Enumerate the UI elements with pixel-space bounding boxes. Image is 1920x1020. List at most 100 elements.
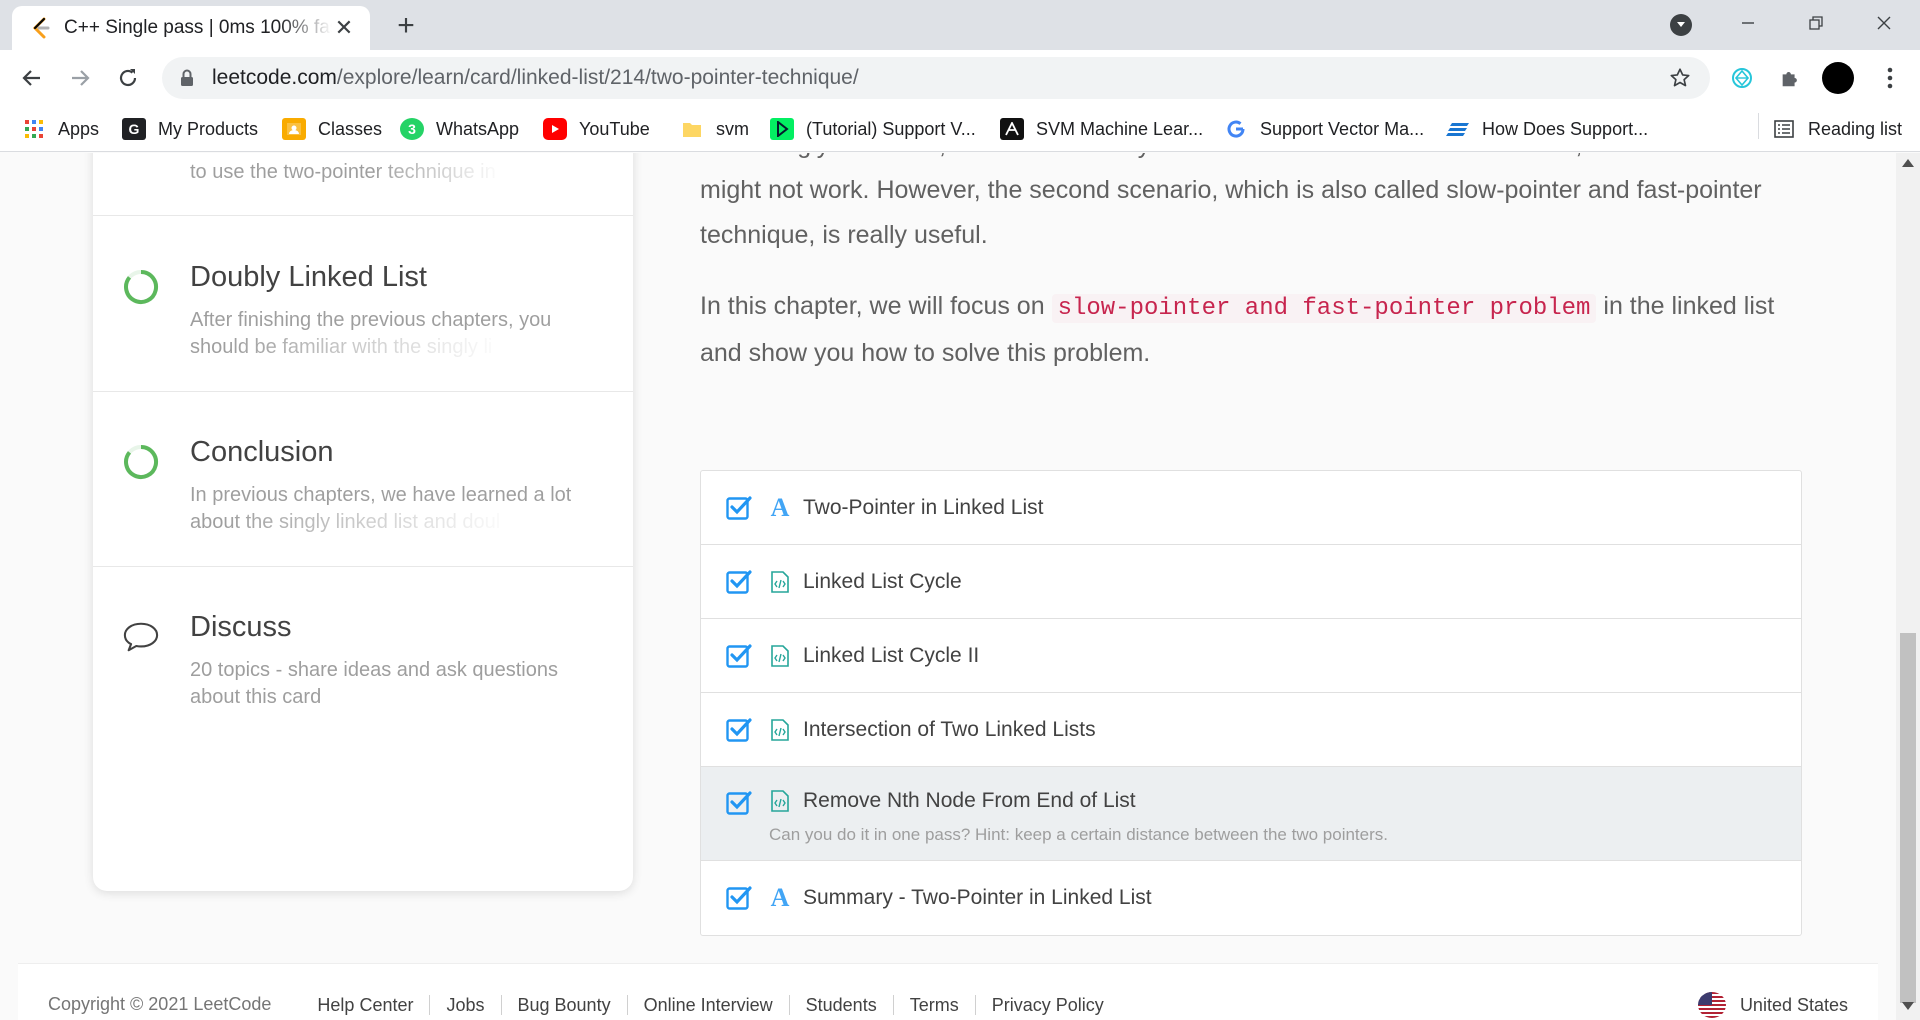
- tab-title: C++ Single pass | 0ms 100% faster: [64, 17, 332, 38]
- code-file-icon: [769, 570, 791, 594]
- inline-code: slow-pointer and fast-pointer problem: [1051, 294, 1597, 323]
- chapter-item-discuss[interactable]: Discuss 20 topics - share ideas and ask …: [93, 567, 633, 742]
- checkbox-checked-icon: [725, 789, 753, 817]
- list-item[interactable]: A Summary - Two-Pointer in Linked List: [701, 861, 1801, 935]
- profile-avatar[interactable]: [1822, 62, 1854, 94]
- article-type-icon: A: [770, 492, 790, 522]
- youtube-icon: [543, 118, 567, 140]
- leetcode-favicon-icon: [30, 17, 52, 39]
- minimize-icon[interactable]: [1718, 6, 1778, 40]
- url-text[interactable]: leetcode.com/explore/learn/card/linked-l…: [212, 66, 859, 90]
- chapter-desc: In previous chapters, we have learned a …: [190, 484, 572, 533]
- progress-ring-icon: [123, 269, 159, 305]
- bookmark-youtube[interactable]: YouTube: [543, 114, 650, 144]
- checkbox-checked-icon: [725, 884, 753, 912]
- extensions-puzzle-icon[interactable]: [1774, 62, 1806, 94]
- chapter-title: Discuss: [190, 611, 292, 643]
- footer-link-online-interview[interactable]: Online Interview: [626, 994, 789, 1015]
- region-selector[interactable]: United States: [1697, 992, 1848, 1018]
- browser-tab[interactable]: C++ Single pass | 0ms 100% faster ✕: [12, 6, 370, 50]
- problem-title: Summary - Two-Pointer in Linked List: [803, 886, 1152, 909]
- bookmark-tutorial-support[interactable]: (Tutorial) Support V...: [770, 114, 976, 144]
- problem-title: Linked List Cycle II: [803, 643, 980, 667]
- bookmark-whatsapp[interactable]: 3 WhatsApp: [400, 114, 519, 144]
- tab-close-icon[interactable]: ✕: [332, 16, 356, 40]
- problem-hint: Can you do it in one pass? Hint: keep a …: [769, 825, 1388, 844]
- address-bar[interactable]: leetcode.com/explore/learn/card/linked-l…: [162, 57, 1710, 99]
- scroll-up-arrow-icon[interactable]: [1902, 159, 1914, 167]
- more-menu-icon[interactable]: [1874, 62, 1906, 94]
- checkbox-checked-icon: [725, 716, 753, 744]
- reading-list-icon: [1772, 118, 1796, 140]
- page-scrollbar[interactable]: [1896, 153, 1920, 1020]
- folder-icon: [680, 118, 704, 140]
- datacamp-icon: [770, 118, 794, 140]
- footer-link-privacy-policy[interactable]: Privacy Policy: [974, 994, 1120, 1015]
- list-item[interactable]: Linked List Cycle II: [701, 619, 1801, 693]
- scrollbar-thumb[interactable]: [1900, 633, 1916, 1003]
- footer-link-students[interactable]: Students: [788, 994, 893, 1015]
- bookmark-how-does-support[interactable]: How Does Support...: [1446, 114, 1648, 144]
- article-body: For a singly linked list, since we can o…: [700, 153, 1800, 402]
- problem-title: Remove Nth Node From End of List: [803, 789, 1136, 812]
- tab-strip: C++ Single pass | 0ms 100% faster ✕ +: [0, 0, 1920, 50]
- bookmark-apps[interactable]: Apps: [22, 114, 99, 144]
- chapter-desc: to use the two-pointer technique in: [190, 161, 496, 183]
- restore-icon[interactable]: [1786, 6, 1846, 40]
- close-window-icon[interactable]: [1854, 6, 1914, 40]
- browser-toolbar: leetcode.com/explore/learn/card/linked-l…: [0, 50, 1920, 106]
- reading-list-button[interactable]: Reading list: [1772, 114, 1902, 144]
- article-paragraph: For a singly linked list, since we can o…: [700, 153, 1773, 249]
- code-file-icon: [769, 644, 791, 668]
- bookmark-star-icon[interactable]: [1668, 66, 1692, 90]
- footer-link-terms[interactable]: Terms: [892, 994, 975, 1015]
- page-footer: Copyright © 2021 LeetCode Help Center Jo…: [18, 963, 1878, 1020]
- checkbox-checked-icon: [725, 568, 753, 596]
- tab-search-icon[interactable]: [1670, 14, 1692, 36]
- back-arrow-icon[interactable]: [16, 62, 48, 94]
- lock-icon[interactable]: [178, 69, 196, 87]
- chapter-desc: 20 topics - share ideas and ask question…: [190, 659, 558, 708]
- list-item[interactable]: Linked List Cycle: [701, 545, 1801, 619]
- footer-links: Copyright © 2021 LeetCode Help Center Jo…: [48, 994, 1120, 1015]
- bookmark-classes[interactable]: Classes: [282, 114, 382, 144]
- whatsapp-icon: 3: [400, 118, 424, 140]
- footer-link-bug-bounty[interactable]: Bug Bounty: [500, 994, 627, 1015]
- bookmarks-bar: Apps G My Products Classes 3 WhatsApp Yo…: [0, 106, 1920, 152]
- bookmark-svm-machine[interactable]: SVM Machine Lear...: [1000, 114, 1203, 144]
- chapter-title: Doubly Linked List: [190, 261, 427, 293]
- problem-list: A Two-Pointer in Linked List Linked List…: [700, 470, 1802, 936]
- chapter-desc: After finishing the previous chapters, y…: [190, 309, 552, 358]
- list-item[interactable]: Intersection of Two Linked Lists: [701, 693, 1801, 767]
- list-item[interactable]: A Two-Pointer in Linked List: [701, 471, 1801, 545]
- article-type-icon: A: [770, 883, 790, 912]
- chapter-title: Conclusion: [190, 436, 334, 468]
- g-logo-icon: G: [122, 118, 146, 140]
- progress-ring-icon: [123, 444, 159, 480]
- us-flag-icon: [1697, 992, 1726, 1018]
- chapter-item-conclusion[interactable]: Conclusion In previous chapters, we have…: [93, 392, 633, 567]
- extension-crystal-icon[interactable]: [1726, 62, 1758, 94]
- classroom-icon: [282, 118, 306, 140]
- scroll-down-arrow-icon[interactable]: [1902, 1002, 1914, 1010]
- list-item-active[interactable]: Remove Nth Node From End of List Can you…: [701, 767, 1801, 861]
- reload-icon[interactable]: [112, 62, 144, 94]
- forward-arrow-icon[interactable]: [64, 62, 96, 94]
- footer-link-jobs[interactable]: Jobs: [429, 994, 500, 1015]
- google-g-icon: [1224, 118, 1248, 140]
- chapter-item-two-pointer[interactable]: to use the two-pointer technique in: [93, 153, 633, 216]
- new-tab-plus-icon[interactable]: +: [390, 10, 422, 42]
- bookmark-support-vector[interactable]: Support Vector Ma...: [1224, 114, 1424, 144]
- problem-title: Linked List Cycle: [803, 569, 962, 593]
- checkbox-checked-icon: [725, 642, 753, 670]
- footer-link-help-center[interactable]: Help Center: [301, 995, 429, 1015]
- checkbox-checked-icon: [725, 494, 753, 522]
- bookmark-my-products[interactable]: G My Products: [122, 114, 258, 144]
- chapter-item-doubly-linked-list[interactable]: Doubly Linked List After finishing the p…: [93, 217, 633, 392]
- bookmark-svm-folder[interactable]: svm: [680, 114, 749, 144]
- article-paragraph: In this chapter, we will focus on slow-p…: [700, 292, 1775, 367]
- apps-grid-icon: [22, 118, 46, 140]
- ai-logo-icon: [1000, 118, 1024, 140]
- copyright-text: Copyright © 2021 LeetCode: [48, 994, 272, 1014]
- code-file-icon: [769, 718, 791, 742]
